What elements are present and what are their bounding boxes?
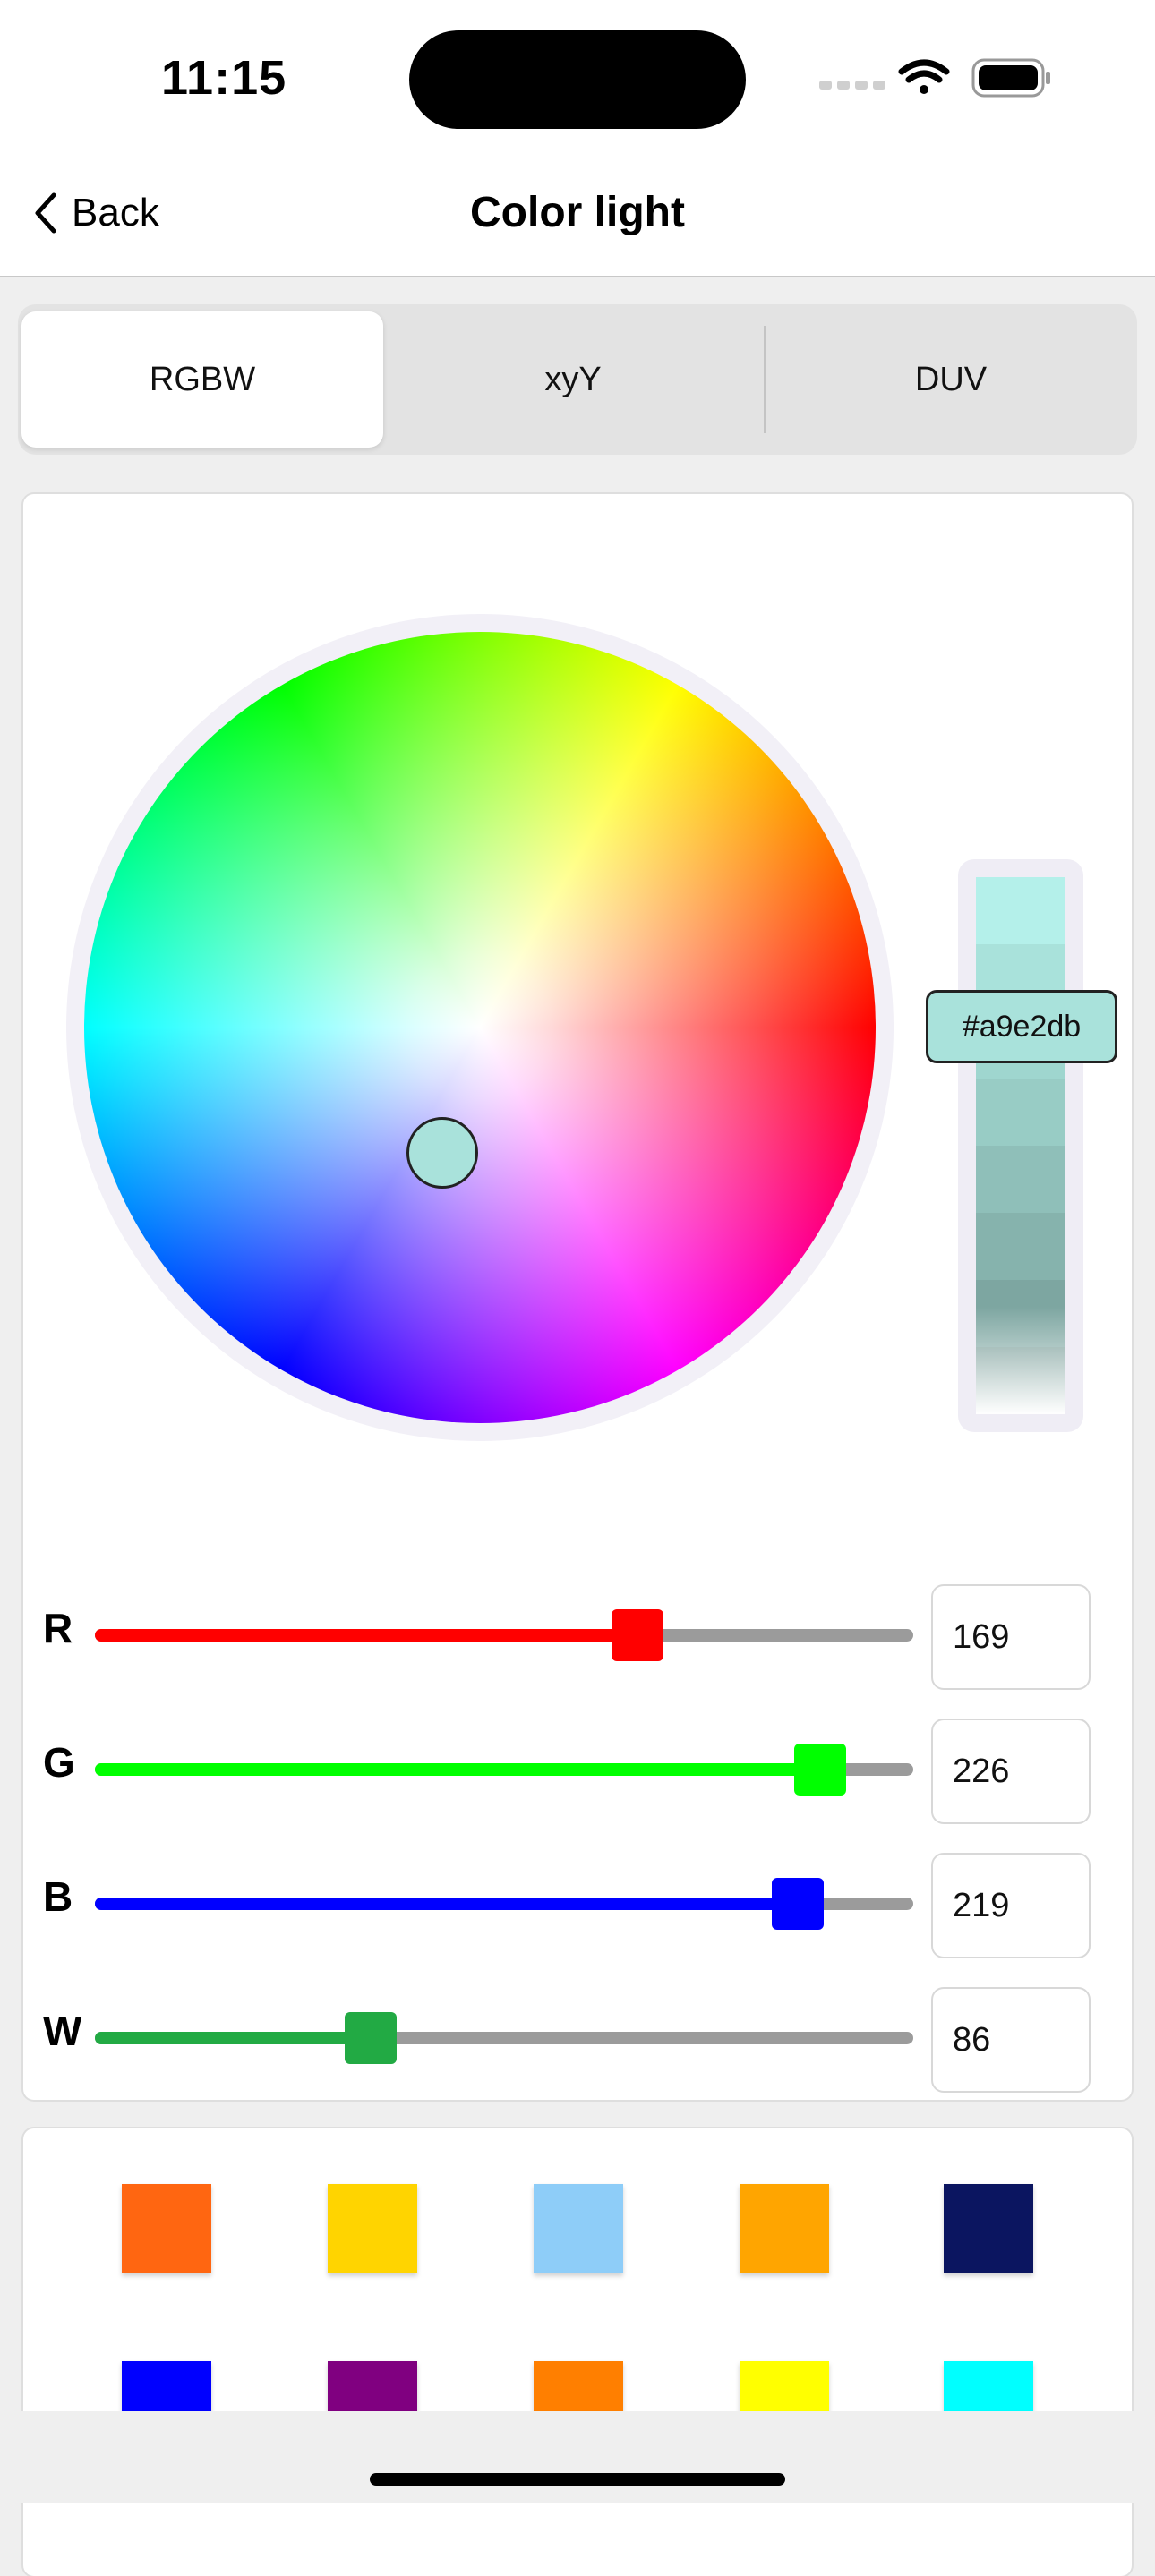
battery-icon [971,58,1050,98]
status-time: 11:15 [161,51,287,105]
slider-label: R [43,1605,73,1651]
slider-thumb[interactable] [345,2012,397,2064]
status-icons [819,58,1050,98]
slider-fill [95,2032,371,2044]
brightness-step [976,877,1065,944]
slider-thumb[interactable] [794,1744,846,1796]
slider-row-b: B 219 [23,1847,1132,1958]
color-picker-card: #a9e2db R 169 G 226 B 219 W 86 [23,494,1132,2100]
slider-value-input[interactable]: 226 [931,1719,1091,1824]
brightness-step [976,1079,1065,1146]
brightness-fade [976,1307,1065,1414]
color-swatch[interactable] [328,2184,417,2273]
page-title: Color light [470,189,685,236]
color-mode-tabs: RGBW xyY DUV [18,304,1137,455]
navigation-bar: Back Color light [0,152,1155,277]
slider-value-input[interactable]: 169 [931,1584,1091,1690]
slider-track[interactable] [95,1878,913,1930]
slider-row-w: W 86 [23,1982,1132,2093]
hex-value-label: #a9e2db [926,990,1117,1063]
slider-track[interactable] [95,2012,913,2064]
status-bar: 11:15 [0,0,1155,152]
tab-duv[interactable]: DUV [770,311,1132,448]
tab-divider [764,326,766,433]
home-indicator[interactable] [370,2473,785,2486]
slider-track[interactable] [95,1609,913,1661]
slider-track[interactable] [95,1744,913,1796]
slider-fill [95,1763,820,1776]
tab-xyy[interactable]: xyY [394,311,752,448]
color-swatch[interactable] [740,2184,829,2273]
cellular-signal-icon [819,81,886,90]
color-wheel-handle[interactable] [406,1117,478,1189]
color-wheel[interactable] [84,632,876,1423]
brightness-slider[interactable] [958,859,1083,1432]
slider-row-g: G 226 [23,1713,1132,1824]
slider-value-input[interactable]: 86 [931,1987,1091,2093]
slider-value-input[interactable]: 219 [931,1853,1091,1958]
slider-label: B [43,1873,73,1920]
dynamic-island [409,30,746,129]
color-swatch[interactable] [122,2184,211,2273]
slider-thumb[interactable] [612,1609,663,1661]
slider-label: G [43,1739,75,1786]
brightness-step [976,1146,1065,1213]
home-area [0,2411,1155,2503]
tab-rgbw[interactable]: RGBW [21,311,383,448]
slider-row-r: R 169 [23,1579,1132,1690]
slider-label: W [43,2008,82,2054]
brightness-step [976,1213,1065,1280]
color-presets-card [23,2128,1132,2576]
slider-thumb[interactable] [772,1878,824,1930]
slider-fill [95,1898,798,1910]
wifi-icon [898,59,950,94]
color-swatch[interactable] [534,2184,623,2273]
color-swatch[interactable] [944,2184,1033,2273]
slider-fill [95,1629,637,1642]
